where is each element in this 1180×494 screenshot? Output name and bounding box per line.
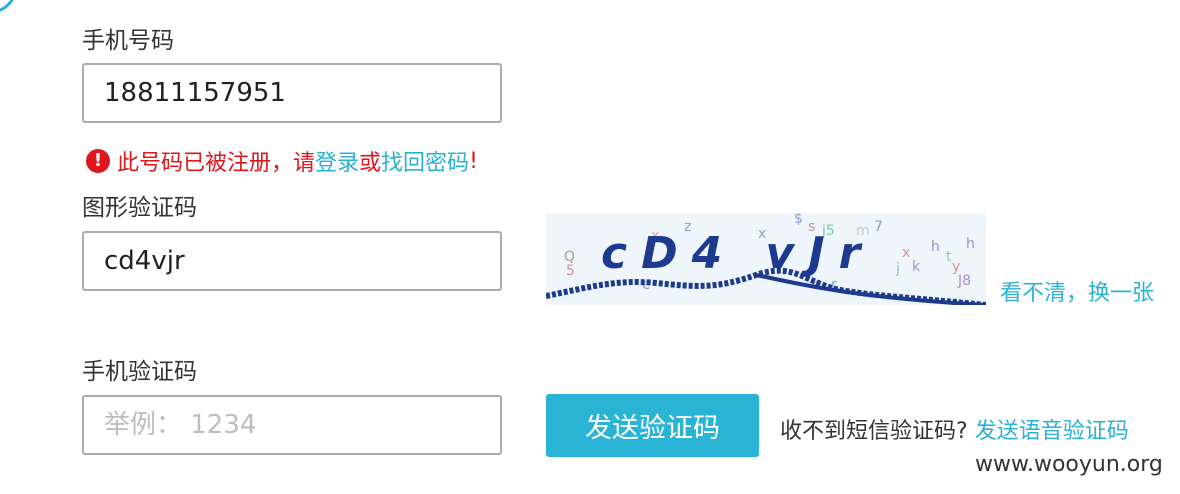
- error-exclamation: !: [469, 148, 478, 174]
- svg-text:J8: J8: [957, 273, 971, 289]
- captcha-refresh-link[interactable]: 看不清，换一张: [1000, 275, 1154, 307]
- svg-text:h: h: [966, 236, 975, 252]
- watermark: www.wooyun.org: [975, 452, 1163, 477]
- svg-text:j: j: [895, 261, 900, 277]
- phone-error-message: ! 此号码已被注册，请 登录或找回密码!: [86, 145, 478, 177]
- no-sms-text: 收不到短信验证码?: [780, 419, 968, 444]
- error-or-text: 或: [359, 151, 382, 176]
- svg-text:h: h: [931, 239, 940, 255]
- svg-text:x: x: [902, 245, 910, 261]
- captcha-image[interactable]: x z x $ s j5 m 7 h t h x Q 5 j k y J8 e …: [546, 213, 986, 305]
- svg-text:k: k: [912, 259, 921, 275]
- corner-decoration: [0, 0, 18, 14]
- svg-text:$: $: [794, 213, 803, 227]
- sms-code-input[interactable]: [82, 395, 502, 455]
- phone-label: 手机号码: [82, 28, 174, 54]
- voice-code-link[interactable]: 发送语音验证码: [975, 419, 1129, 444]
- captcha-label: 图形验证码: [82, 195, 197, 221]
- recover-password-link[interactable]: 找回密码: [381, 145, 469, 177]
- warning-icon: !: [86, 149, 110, 173]
- no-sms-help: 收不到短信验证码? 发送语音验证码: [780, 413, 1129, 445]
- svg-text:5: 5: [566, 263, 575, 279]
- captcha-input[interactable]: [82, 231, 502, 291]
- login-link[interactable]: 登录: [315, 145, 359, 177]
- send-code-button[interactable]: 发送验证码: [546, 394, 759, 457]
- sms-code-label: 手机验证码: [82, 359, 197, 385]
- error-text: 此号码已被注册，请: [117, 151, 316, 176]
- phone-input[interactable]: [82, 63, 502, 123]
- captcha-text: cD4 vJr: [601, 228, 874, 279]
- svg-text:7: 7: [874, 219, 883, 235]
